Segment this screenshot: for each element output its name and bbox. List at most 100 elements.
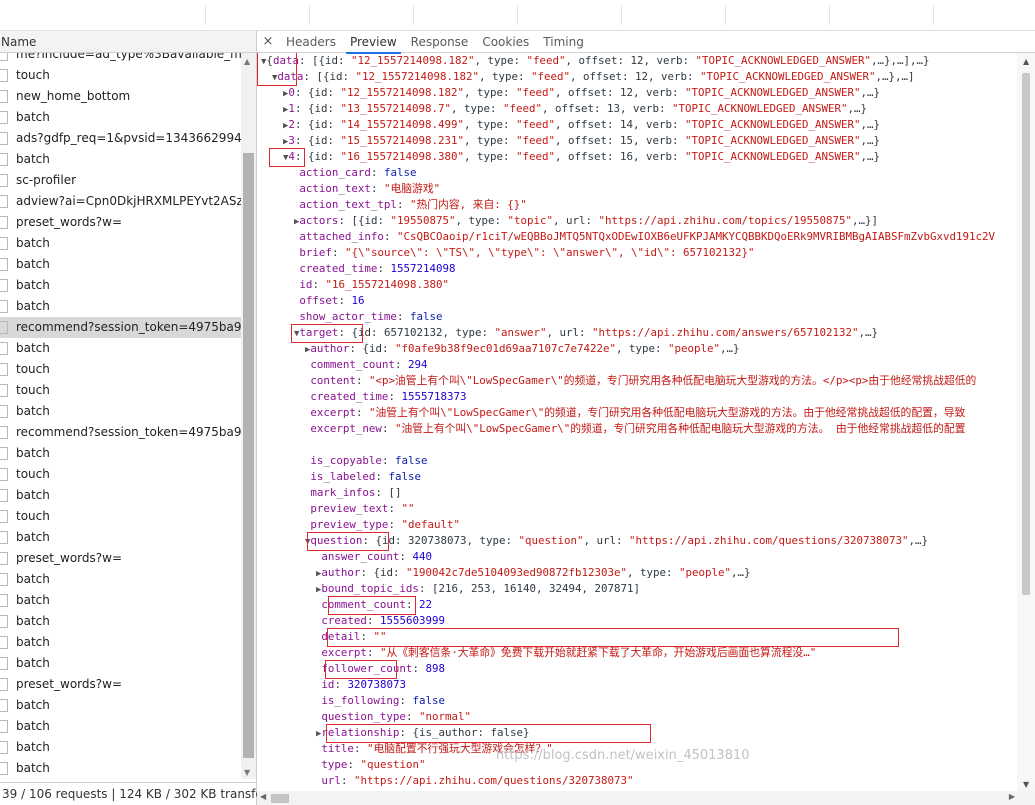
- request-row[interactable]: batch: [0, 254, 241, 275]
- request-row[interactable]: batch: [0, 590, 241, 611]
- close-icon[interactable]: ×: [257, 34, 279, 49]
- tab-cookies[interactable]: Cookies: [475, 31, 536, 53]
- json-line[interactable]: ▶3: {id: "15_1557214098.231", type: "fee…: [283, 133, 880, 149]
- request-row[interactable]: touch: [0, 65, 241, 86]
- json-value: 294: [407, 358, 428, 371]
- json-line[interactable]: ▶author: {id: "f0afe9b38f9ec01d69aa7107c…: [305, 341, 740, 357]
- request-row[interactable]: sc-profiler: [0, 170, 241, 191]
- json-line[interactable]: ▶author: {id: "190042c7de5104093ed90872f…: [316, 565, 751, 581]
- json-key: title: [321, 742, 354, 755]
- scroll-down-icon[interactable]: ▼: [1023, 780, 1029, 789]
- scrollbar-thumb[interactable]: [271, 794, 289, 803]
- json-key: created_time: [310, 390, 389, 403]
- toolbar-strip: [0, 0, 1035, 31]
- json-line[interactable]: ▶relationship: {is_author: false}: [316, 725, 529, 741]
- scroll-up-icon[interactable]: ▲: [244, 57, 250, 66]
- request-row[interactable]: preset_words?w=: [0, 548, 241, 569]
- json-line: comment_count: 294: [305, 357, 427, 373]
- json-line[interactable]: ▼data: [{id: "12_1557214098.182", type: …: [272, 69, 915, 85]
- request-row[interactable]: batch: [0, 401, 241, 422]
- request-name: batch: [16, 530, 50, 544]
- json-value: "normal": [418, 710, 471, 723]
- request-row[interactable]: batch: [0, 338, 241, 359]
- scroll-up-icon[interactable]: ▲: [1023, 57, 1029, 66]
- json-line[interactable]: ▶2: {id: "14_1557214098.499", type: "fee…: [283, 117, 880, 133]
- scrollbar-thumb[interactable]: [243, 153, 254, 758]
- json-key: question: [310, 534, 363, 547]
- json-key: detail: [321, 630, 361, 643]
- json-line[interactable]: ▶bound_topic_ids: [216, 253, 16140, 3249…: [316, 581, 640, 597]
- json-value: "feed": [530, 70, 570, 83]
- name-column-header[interactable]: Name: [0, 31, 256, 53]
- request-row[interactable]: batch: [0, 527, 241, 548]
- json-line[interactable]: ▶1: {id: "13_1557214098.7", type: "feed"…: [283, 101, 867, 117]
- json-line[interactable]: ▼target: {id: 657102132, type: "answer",…: [294, 325, 878, 341]
- request-name: batch: [16, 572, 50, 586]
- json-value: "12_1557214098.182": [340, 86, 464, 99]
- file-icon: [0, 363, 8, 376]
- request-row[interactable]: me?include=ad_type%3Bavailable_messa: [0, 53, 241, 65]
- request-row[interactable]: touch: [0, 359, 241, 380]
- request-row[interactable]: adview?ai=Cpn0DkjHRXMLPEYvt2ASz2IjA: [0, 191, 241, 212]
- request-row[interactable]: batch: [0, 695, 241, 716]
- request-row[interactable]: batch: [0, 233, 241, 254]
- request-row[interactable]: touch: [0, 380, 241, 401]
- request-row[interactable]: batch: [0, 107, 241, 128]
- scroll-down-icon[interactable]: ▼: [244, 768, 250, 777]
- scrollbar-thumb[interactable]: [1022, 73, 1030, 595]
- detail-panel: × Headers Preview Response Cookies Timing ▼{…: [257, 31, 1035, 805]
- request-row[interactable]: ads?gdfp_req=1&pvsid=13436629944681: [0, 128, 241, 149]
- preview-scrollbar[interactable]: ▲ ▼: [1017, 53, 1035, 791]
- status-bar: 39 / 106 requests | 124 KB / 302 KB tran…: [0, 782, 257, 805]
- json-key: follower_count: [321, 662, 413, 675]
- json-line: brief: "{\"source\": \"TS\", \"type\": \…: [294, 245, 754, 261]
- request-list[interactable]: me?include=ad_type%3Bavailable_messatouc…: [0, 53, 241, 779]
- request-list-scrollbar[interactable]: ▲ ▼: [241, 53, 256, 779]
- request-row[interactable]: recommend?session_token=4975ba96688: [0, 317, 241, 338]
- json-line[interactable]: ▼question: {id: 320738073, type: "questi…: [305, 533, 928, 549]
- request-name: me?include=ad_type%3Bavailable_messa: [16, 53, 241, 61]
- request-row[interactable]: batch: [0, 716, 241, 737]
- request-row[interactable]: touch: [0, 506, 241, 527]
- request-row[interactable]: recommend?session_token=4975ba96688: [0, 422, 241, 443]
- json-value: ,…}: [908, 534, 929, 547]
- request-row[interactable]: batch: [0, 275, 241, 296]
- json-value: "question": [360, 758, 426, 771]
- toolbar-divider: [309, 6, 310, 25]
- tab-preview[interactable]: Preview: [343, 31, 404, 54]
- json-value: "油管上有个叫\"LowSpecGamer\"的频道，专门研究用各种低配电脑玩大…: [394, 422, 966, 435]
- request-row[interactable]: batch: [0, 569, 241, 590]
- json-value: :: [370, 182, 384, 195]
- request-row[interactable]: batch: [0, 632, 241, 653]
- json-line[interactable]: ▶0: {id: "12_1557214098.182", type: "fee…: [283, 85, 880, 101]
- json-line: is_following: false: [316, 693, 445, 709]
- request-row[interactable]: touch: [0, 464, 241, 485]
- json-value: , offset: 12, verb:: [565, 54, 696, 67]
- json-value: , type:: [478, 70, 531, 83]
- request-row[interactable]: batch: [0, 737, 241, 758]
- json-line[interactable]: ▶actors: [{id: "19550875", type: "topic"…: [294, 213, 878, 229]
- json-value: "15_1557214098.231": [340, 134, 464, 147]
- request-row[interactable]: batch: [0, 296, 241, 317]
- json-preview[interactable]: ▼{data: [{id: "12_1557214098.182", type:…: [257, 53, 1017, 791]
- request-name: batch: [16, 341, 50, 355]
- tab-response[interactable]: Response: [404, 31, 476, 53]
- request-row[interactable]: preset_words?w=: [0, 212, 241, 233]
- request-row[interactable]: new_home_bottom: [0, 86, 241, 107]
- json-line[interactable]: ▼4: {id: "16_1557214098.380", type: "fee…: [283, 149, 880, 165]
- tab-timing[interactable]: Timing: [536, 31, 591, 53]
- request-row[interactable]: batch: [0, 443, 241, 464]
- request-row[interactable]: batch: [0, 758, 241, 779]
- tab-headers[interactable]: Headers: [279, 31, 343, 53]
- preview-horizontal-scrollbar[interactable]: ◀ ▶: [257, 791, 1035, 805]
- request-row[interactable]: batch: [0, 611, 241, 632]
- scroll-left-icon[interactable]: ◀: [260, 792, 266, 801]
- json-line[interactable]: ▼{data: [{id: "12_1557214098.182", type:…: [261, 53, 930, 69]
- watermark: https://blog.csdn.net/weixin_45013810: [496, 748, 750, 763]
- request-row[interactable]: preset_words?w=: [0, 674, 241, 695]
- request-row[interactable]: batch: [0, 149, 241, 170]
- request-row[interactable]: batch: [0, 653, 241, 674]
- toolbar-divider: [725, 6, 726, 25]
- request-row[interactable]: batch: [0, 485, 241, 506]
- scroll-right-icon[interactable]: ▶: [1009, 792, 1015, 801]
